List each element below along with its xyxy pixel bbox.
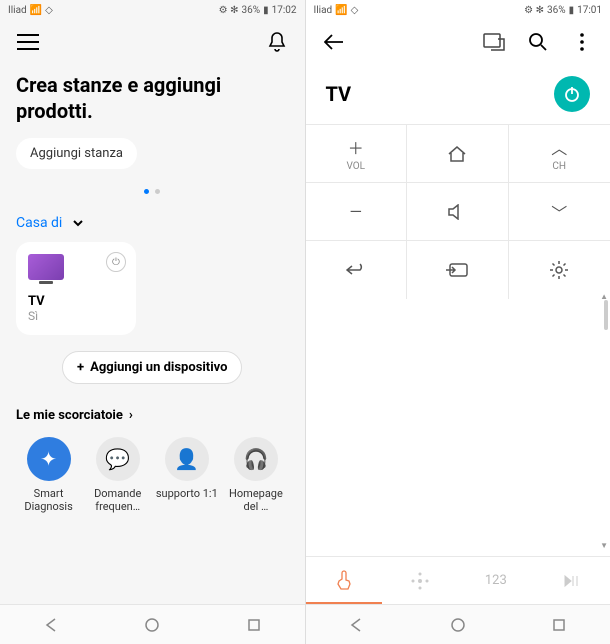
clock: 17:02 [272, 5, 297, 16]
gear-icon [549, 260, 569, 280]
nav-home[interactable] [407, 605, 509, 644]
nav-recent[interactable] [509, 605, 610, 644]
android-nav [0, 604, 305, 644]
clock: 17:01 [577, 5, 602, 16]
remote-screen: Iliad 📶 ◇ ⚙ ✻ 36% ▮ 17:01 TV [306, 0, 610, 644]
app-bar [0, 20, 305, 64]
add-room-button[interactable]: Aggiungi stanza [16, 138, 137, 169]
search-icon[interactable] [526, 30, 550, 54]
remote-grid: ＋ VOL ︿ CH — ﹀ [306, 124, 610, 299]
battery-percent: 36% [547, 5, 566, 16]
input-icon [446, 263, 468, 277]
home-screen: Iliad 📶 ◇ ⚙ ✻ 36% ▮ 17:02 Crea stanze e … [0, 0, 306, 644]
shortcut-smart-diagnosis[interactable]: ✦ Smart Diagnosis [16, 437, 81, 513]
battery-icon: ▮ [263, 5, 269, 16]
nav-recent[interactable] [203, 605, 305, 644]
wifi-icon: ◇ [45, 5, 53, 16]
add-device-button[interactable]: + Aggiungi un dispositivo [62, 351, 242, 384]
headset-icon: 🎧 [234, 437, 278, 481]
settings-button[interactable] [509, 241, 610, 299]
plus-icon: + [77, 360, 84, 375]
app-bar [306, 20, 610, 64]
page-indicator [16, 189, 289, 194]
tab-play[interactable] [534, 557, 610, 604]
tab-dpad[interactable] [382, 557, 458, 604]
bluetooth-icon: ⚙ ✻ [524, 5, 544, 16]
nav-back[interactable] [0, 605, 102, 644]
diagnosis-icon: ✦ [27, 437, 71, 481]
menu-icon[interactable] [16, 30, 40, 54]
device-power-icon[interactable]: ⏻ [106, 252, 126, 272]
back-button[interactable] [306, 241, 408, 299]
page-title: Crea stanze e aggiungi prodotti. [16, 72, 289, 124]
nav-back[interactable] [306, 605, 408, 644]
tv-title: TV [326, 82, 352, 106]
return-icon [346, 263, 366, 277]
chat-icon: 💬 [96, 437, 140, 481]
status-bar: Iliad 📶 ◇ ⚙ ✻ 36% ▮ 17:01 [306, 0, 610, 20]
home-selector[interactable]: Casa di [16, 214, 289, 232]
channel-down-button[interactable]: ﹀ [509, 183, 610, 241]
battery-icon: ▮ [569, 5, 575, 16]
shortcut-homepage[interactable]: 🎧 Homepage del … [223, 437, 288, 513]
device-name: TV [28, 294, 124, 309]
status-bar: Iliad 📶 ◇ ⚙ ✻ 36% ▮ 17:02 [0, 0, 305, 20]
tab-touch[interactable] [306, 557, 382, 604]
back-icon[interactable] [322, 30, 346, 54]
bottom-tabs: 123 [306, 556, 610, 604]
shortcut-support[interactable]: 👤 supporto 1:1 [154, 437, 219, 513]
tab-number[interactable]: 123 [458, 557, 534, 604]
bell-icon[interactable] [265, 30, 289, 54]
tv-icon [28, 254, 64, 280]
scrollbar[interactable] [604, 300, 608, 330]
device-status: Sì [28, 309, 124, 323]
shortcuts-header[interactable]: Le mie scorciatoie › [16, 408, 289, 423]
carrier-label: Iliad [314, 5, 333, 16]
support-icon: 👤 [165, 437, 209, 481]
chevron-up-icon: ︿ [551, 135, 567, 159]
dpad-icon [410, 571, 430, 591]
power-button[interactable] [554, 76, 590, 112]
play-icon [563, 574, 581, 588]
battery-percent: 36% [242, 5, 261, 16]
device-card-tv[interactable]: ⏻ TV Sì [16, 242, 136, 335]
shortcuts-row: ✦ Smart Diagnosis 💬 Domande frequen… 👤 s… [16, 437, 289, 513]
home-icon [447, 145, 467, 163]
bluetooth-icon: ⚙ ✻ [219, 5, 239, 16]
android-nav [306, 604, 610, 644]
minus-icon: — [350, 202, 363, 221]
tv-header: TV [306, 64, 610, 124]
channel-up-button[interactable]: ︿ CH [509, 125, 610, 183]
input-button[interactable] [407, 241, 509, 299]
chevron-right-icon: › [129, 408, 133, 423]
chevron-down-icon: ﹀ [551, 200, 567, 224]
more-icon[interactable] [570, 30, 594, 54]
scroll-down-icon[interactable]: ▼ [600, 541, 608, 550]
carrier-label: Iliad [8, 5, 27, 16]
plus-icon: ＋ [348, 135, 364, 159]
wifi-icon: ◇ [351, 5, 359, 16]
mute-button[interactable] [407, 183, 509, 241]
signal-icon: 📶 [30, 5, 42, 16]
home-button[interactable] [407, 125, 509, 183]
nav-home[interactable] [102, 605, 204, 644]
cast-icon[interactable] [482, 30, 506, 54]
signal-icon: 📶 [335, 5, 347, 16]
mute-icon [447, 204, 467, 220]
home-dropdown[interactable] [66, 214, 86, 232]
shortcut-faq[interactable]: 💬 Domande frequen… [85, 437, 150, 513]
volume-up-button[interactable]: ＋ VOL [306, 125, 408, 183]
volume-down-button[interactable]: — [306, 183, 408, 241]
touch-icon [335, 570, 353, 590]
